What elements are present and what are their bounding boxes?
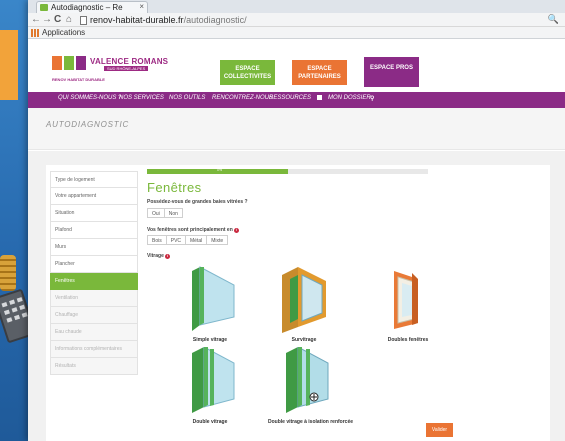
logo-tagline: RENOV HABITAT DURABLE <box>52 77 105 82</box>
bookmarks-bar: Applications <box>28 27 565 39</box>
sidebar-item[interactable]: Chauffage <box>50 307 138 324</box>
nav-item-qui-sommes-nous[interactable]: QUI SOMMES-NOUS ? <box>58 95 121 101</box>
bookmark-applications[interactable]: Applications <box>42 28 85 37</box>
back-icon[interactable]: ← <box>31 13 41 26</box>
vitrage-option-survitrage[interactable]: Survitrage <box>268 265 340 345</box>
site-header: VALENCE ROMANS SUD RHÔNE-ALPES RENOV HAB… <box>28 40 565 92</box>
question-label: Vitrage <box>147 253 164 259</box>
forward-icon[interactable]: → <box>42 13 52 26</box>
url-path: /autodiagnostic/ <box>183 15 247 25</box>
question-vitrage: Vitrage i <box>147 253 170 259</box>
close-icon[interactable]: × <box>139 2 144 11</box>
sidebar-item[interactable]: Murs <box>50 239 138 256</box>
favicon-icon <box>40 4 48 11</box>
option-bois[interactable]: Bois <box>147 235 167 245</box>
apps-icon[interactable] <box>31 29 39 37</box>
simple-vitrage-icon <box>192 266 235 331</box>
logo-block <box>76 56 86 70</box>
home-icon[interactable]: ⌂ <box>66 13 72 26</box>
sidebar-item[interactable]: Informations complémentaires <box>50 341 138 358</box>
logo-block <box>64 56 74 70</box>
browser-window: Autodiagnostic – Re × ← → C ⌂ renov-habi… <box>28 0 565 441</box>
double-vitrage-renforce-icon <box>286 346 329 413</box>
nav-item-mon-dossier[interactable]: MON DOSSIER <box>328 95 371 101</box>
nav-item-ressources[interactable]: RESSOURCES <box>269 95 311 101</box>
option-mixte[interactable]: Mixte <box>206 235 229 245</box>
question-label: Possédez-vous de grandes baies vitrées ? <box>147 199 248 205</box>
reload-icon[interactable]: C <box>54 13 61 26</box>
info-icon[interactable]: i <box>233 228 239 233</box>
content-area: Type de logement Votre appartement Situati… <box>28 151 565 441</box>
sticky-note <box>0 30 18 100</box>
vitrage-label: Survitrage <box>291 337 317 343</box>
valider-button[interactable]: Valider <box>426 423 453 437</box>
option-metal[interactable]: Métal <box>185 235 208 245</box>
vitrage-option-isolation-renforcee[interactable]: Double vitrage à isolation renforcée <box>268 346 354 427</box>
browser-tab[interactable]: Autodiagnostic – Re × <box>36 1 148 13</box>
question-label: Vos fenêtres sont principalement en <box>147 227 233 233</box>
coins-icon <box>0 255 16 291</box>
doubles-fenetres-icon <box>394 271 418 329</box>
question-materiau: Vos fenêtres sont principalement en i <box>147 227 239 233</box>
zoom-icon[interactable]: 🔍 <box>548 13 559 26</box>
sidebar-item[interactable]: Plafond <box>50 222 138 239</box>
option-pvc[interactable]: PVC <box>165 235 187 245</box>
sidebar-item[interactable]: Situation <box>50 205 138 222</box>
espace-partenaires-button[interactable]: ESPACE PARTENAIRES <box>292 60 347 85</box>
question-baies-vitrees: Possédez-vous de grandes baies vitrées ? <box>147 199 248 205</box>
tab-title: Autodiagnostic – Re <box>51 3 123 12</box>
logo-title: VALENCE ROMANS <box>90 57 169 66</box>
step-title: Fenêtres <box>147 180 202 195</box>
sidebar-item[interactable]: Ventilation <box>50 290 138 307</box>
address-bar[interactable]: renov-habitat-durable.fr/autodiagnostic/ <box>90 14 247 26</box>
double-vitrage-icon <box>192 346 235 413</box>
site-logo[interactable]: VALENCE ROMANS SUD RHÔNE-ALPES RENOV HAB… <box>52 56 168 84</box>
sidebar-item[interactable]: Votre appartement <box>50 188 138 205</box>
vitrage-option-double[interactable]: Double vitrage <box>174 346 246 427</box>
info-icon[interactable]: i <box>164 254 170 259</box>
progress-label: 0% <box>217 168 223 172</box>
sidebar-item[interactable]: Type de logement <box>50 171 138 188</box>
vitrage-option-doubles-fenetres[interactable]: Doubles fenêtres <box>372 265 444 345</box>
nav-item-nos-outils[interactable]: NOS OUTILS <box>169 95 205 101</box>
sidebar-item[interactable]: Résultats <box>50 358 138 375</box>
logo-subtitle: SUD RHÔNE-ALPES <box>104 66 149 71</box>
main-nav: QUI SOMMES-NOUS ? NOS SERVICES NOS OUTIL… <box>28 92 565 108</box>
step-sidebar: Type de logement Votre appartement Situati… <box>50 171 138 375</box>
logo-block <box>52 56 62 70</box>
sidebar-item[interactable]: Eau chaude <box>50 324 138 341</box>
nav-item-nos-services[interactable]: NOS SERVICES <box>119 95 164 101</box>
vitrage-label: Double vitrage <box>192 419 228 425</box>
vitrage-label: Double vitrage à isolation renforcée <box>268 419 354 425</box>
nav-item-rencontrez-nous[interactable]: RENCONTREZ-NOUS <box>212 95 273 101</box>
sidebar-item[interactable]: Plancher <box>50 256 138 273</box>
search-icon[interactable]: ⚲ <box>370 95 374 102</box>
baies-vitrees-options: Oui Non <box>147 208 183 218</box>
browser-toolbar: ← → C ⌂ renov-habitat-durable.fr/autodia… <box>28 13 565 27</box>
url-host: renov-habitat-durable.fr <box>90 15 184 25</box>
vitrage-label: Doubles fenêtres <box>387 337 429 343</box>
page-title: AUTODIAGNOSTIC <box>46 120 130 129</box>
folder-icon <box>317 95 322 100</box>
espace-pros-button[interactable]: ESPACE PROS <box>364 57 419 87</box>
sidebar-item[interactable]: Fenêtres <box>50 273 138 290</box>
materiau-options: Bois PVC Métal Mixte <box>147 235 229 245</box>
vitrage-option-simple[interactable]: Simple vitrage <box>174 265 246 345</box>
option-oui[interactable]: Oui <box>147 208 165 218</box>
survitrage-icon <box>282 267 326 333</box>
page-title-band: AUTODIAGNOSTIC <box>28 108 565 150</box>
option-non[interactable]: Non <box>163 208 183 218</box>
progress-bar: 0% <box>147 168 428 174</box>
tab-bar: Autodiagnostic – Re × <box>28 0 565 13</box>
espace-collectivites-button[interactable]: ESPACE COLLECTIVITES <box>220 60 275 85</box>
page-icon <box>80 16 87 25</box>
vitrage-label: Simple vitrage <box>192 337 228 343</box>
diagnostic-panel: Type de logement Votre appartement Situati… <box>46 165 550 441</box>
